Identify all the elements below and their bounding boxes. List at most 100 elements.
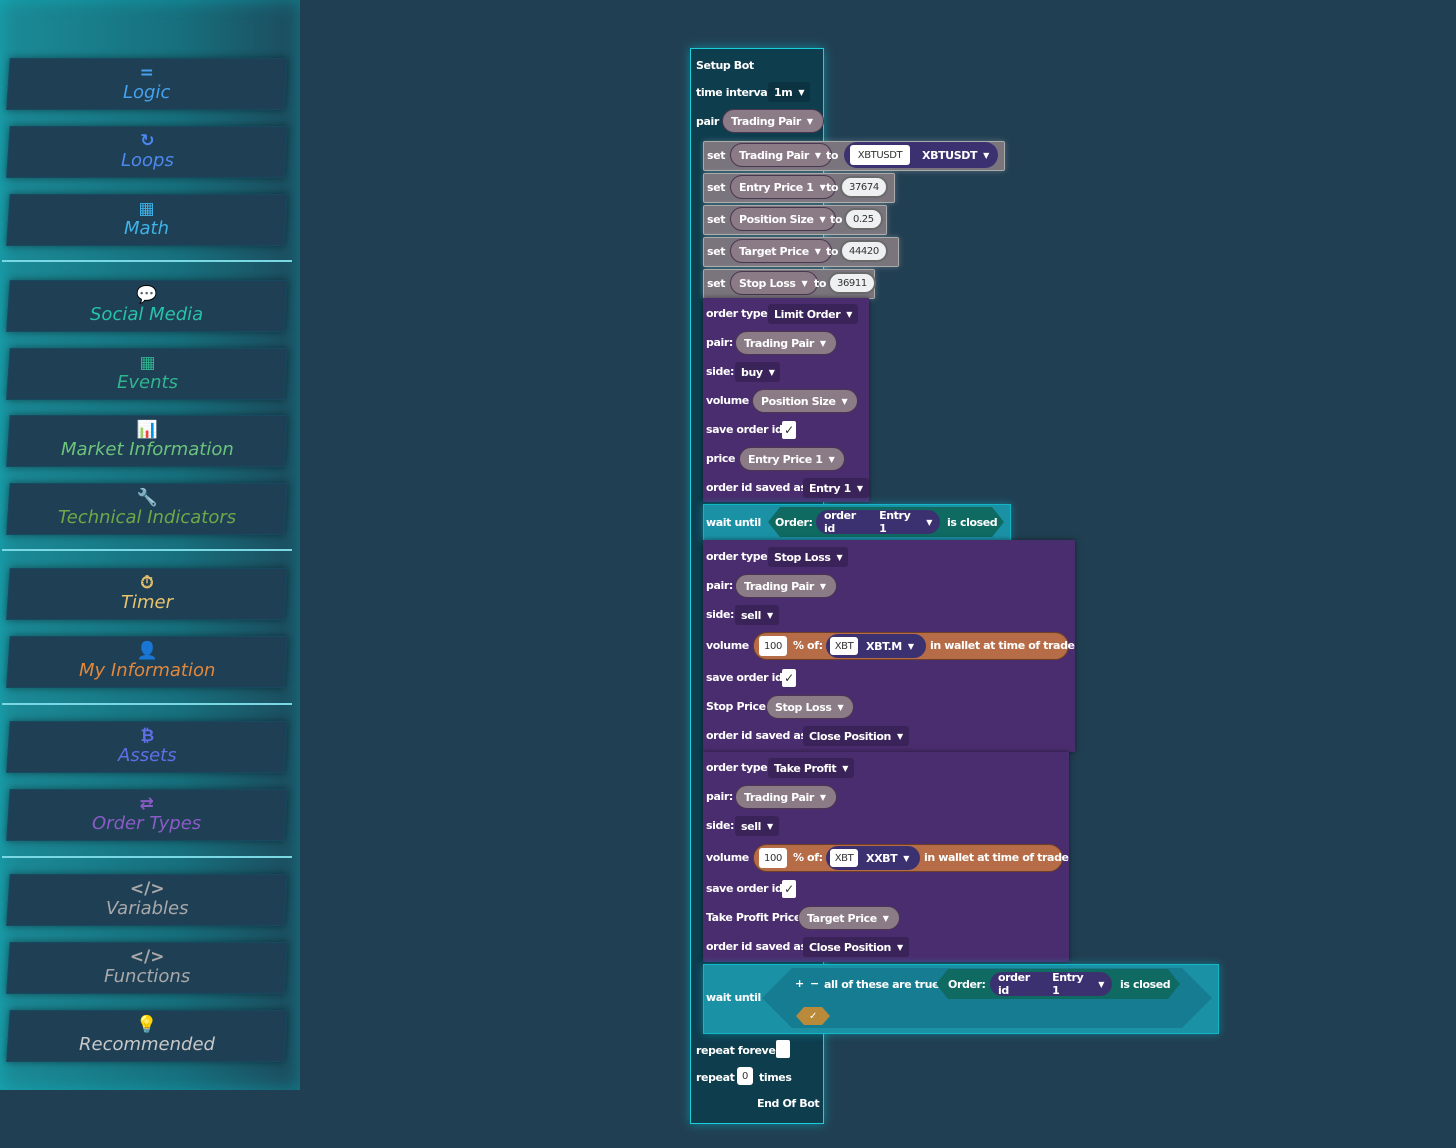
percent-input[interactable]: 100 xyxy=(759,636,787,656)
price-dropdown[interactable]: Target Price ▼ xyxy=(798,906,900,930)
saved-as-dropdown[interactable]: Close Position ▼ xyxy=(803,726,909,746)
category-sidebar: = Logic ↻ Loops ▦ Math 💬 Social Media ▦ Events 📊 Ma… xyxy=(0,0,300,1090)
saved-as-value: Entry 1 xyxy=(809,481,851,495)
category-loops[interactable]: ↻ Loops xyxy=(6,126,288,178)
asset-text-input[interactable]: XBT xyxy=(830,637,858,655)
chevron-down-icon: ▼ xyxy=(842,763,849,773)
chevron-down-icon: ▼ xyxy=(1098,979,1104,989)
swap-icon: ⇄ xyxy=(139,794,155,814)
variable-dropdown[interactable]: Stop Loss ▼ xyxy=(730,271,819,295)
order-type-label: order type: xyxy=(706,550,772,563)
pair-dropdown[interactable]: Trading Pair ▼ xyxy=(735,574,837,598)
saved-as-dropdown[interactable]: Close Position ▼ xyxy=(803,937,909,957)
category-my-information[interactable]: 👤 My Information xyxy=(6,636,288,688)
sidebar-divider xyxy=(2,703,292,705)
price-value: Stop Loss xyxy=(775,700,832,714)
price-dropdown[interactable]: Entry Price 1 ▼ xyxy=(739,447,846,471)
category-events[interactable]: ▦ Events xyxy=(6,348,288,400)
pair-value: Trading Pair xyxy=(744,336,814,350)
add-condition-button[interactable]: + xyxy=(795,977,804,991)
end-of-bot-label: End Of Bot xyxy=(757,1097,820,1110)
number-input[interactable]: 37674 xyxy=(840,176,888,198)
pair-value: Trading Pair xyxy=(744,579,814,593)
asset-dropdown-value[interactable]: XXBT xyxy=(866,852,898,865)
order-type-dropdown[interactable]: Take Profit ▼ xyxy=(768,758,855,778)
order-id-selector[interactable]: order id Entry 1 ▼ xyxy=(990,971,1112,997)
category-market-information[interactable]: 📊 Market Information xyxy=(6,415,288,467)
asset-text-input[interactable]: XBT xyxy=(830,849,858,867)
asset-selector[interactable]: XBT XXBT ▼ xyxy=(826,846,920,870)
side-value: sell xyxy=(741,608,761,622)
save-order-id-checkbox[interactable]: ✓ xyxy=(782,421,796,439)
variable-dropdown[interactable]: Target Price ▼ xyxy=(730,239,832,263)
category-content: ⏱ Timer xyxy=(121,573,173,614)
variable-dropdown[interactable]: Position Size ▼ xyxy=(730,207,837,231)
save-order-id-checkbox[interactable]: ✓ xyxy=(782,669,796,687)
asset-selector[interactable]: XBT XBT.M ▼ xyxy=(826,634,926,658)
saved-as-dropdown[interactable]: Entry 1 ▼ xyxy=(803,478,869,498)
category-content: ↻ Loops xyxy=(121,131,174,172)
set-label: set xyxy=(707,213,726,226)
variable-dropdown[interactable]: Trading Pair ▼ xyxy=(730,143,832,167)
chevron-down-icon: ▼ xyxy=(846,309,853,319)
category-technical-indicators[interactable]: 🔧 Technical Indicators xyxy=(6,483,288,535)
pair-dropdown[interactable]: Trading Pair ▼ xyxy=(722,109,824,133)
calendar-icon: ▦ xyxy=(138,353,156,373)
pair-dropdown[interactable]: Trading Pair ▼ xyxy=(735,331,837,355)
repeat-forever-checkbox[interactable] xyxy=(776,1040,790,1058)
side-dropdown[interactable]: sell ▼ xyxy=(735,605,779,625)
wallet-label: in wallet at time of trade xyxy=(930,639,1075,652)
side-value: sell xyxy=(741,819,761,833)
number-input[interactable]: 36911 xyxy=(828,272,876,294)
repeat-forever-label: repeat forever xyxy=(696,1044,781,1057)
side-label: side: xyxy=(706,608,735,621)
equals-icon: = xyxy=(139,63,155,83)
side-dropdown[interactable]: buy ▼ xyxy=(735,362,781,382)
category-label: Technical Indicators xyxy=(57,507,237,528)
category-content: ⇄ Order Types xyxy=(92,794,201,835)
all-true-label: all of these are true xyxy=(824,978,940,991)
calculator-icon: ▦ xyxy=(138,199,156,219)
number-input[interactable]: 0.25 xyxy=(844,208,883,230)
save-order-id-label: save order id: xyxy=(706,882,787,895)
chevron-down-icon: ▼ xyxy=(819,581,826,591)
order-type-dropdown[interactable]: Stop Loss ▼ xyxy=(768,547,849,567)
volume-dropdown[interactable]: Position Size ▼ xyxy=(752,389,859,413)
variable-dropdown[interactable]: Entry Price 1 ▼ xyxy=(730,175,837,199)
to-label: to xyxy=(830,213,843,226)
category-recommended[interactable]: 💡 Recommended xyxy=(6,1010,288,1062)
category-content: 👤 My Information xyxy=(78,641,216,682)
category-social-media[interactable]: 💬 Social Media xyxy=(6,280,288,332)
set-label: set xyxy=(707,245,726,258)
remove-condition-button[interactable]: − xyxy=(810,977,819,991)
side-dropdown[interactable]: sell ▼ xyxy=(735,816,779,836)
category-variables[interactable]: </> Variables xyxy=(6,874,288,926)
lightbulb-icon: 💡 xyxy=(136,1015,158,1035)
category-assets[interactable]: ₿ Assets xyxy=(6,721,288,773)
order-type-dropdown[interactable]: Limit Order ▼ xyxy=(768,304,859,324)
price-value: Entry Price 1 xyxy=(748,452,823,466)
order-type-label: order type: xyxy=(706,761,772,774)
set-label: set xyxy=(707,181,726,194)
category-timer[interactable]: ⏱ Timer xyxy=(6,568,288,620)
pair-dropdown[interactable]: XBTUSDT ▼ xyxy=(916,145,995,165)
category-math[interactable]: ▦ Math xyxy=(6,194,288,246)
category-functions[interactable]: </> Functions xyxy=(6,942,288,994)
repeat-count-input[interactable]: 0 xyxy=(737,1067,753,1085)
volume-label: volume xyxy=(706,851,749,864)
pair-dropdown[interactable]: Trading Pair ▼ xyxy=(735,785,837,809)
percent-input[interactable]: 100 xyxy=(759,848,787,868)
category-logic[interactable]: = Logic xyxy=(6,58,288,110)
category-order-types[interactable]: ⇄ Order Types xyxy=(6,789,288,841)
wait-until-label: wait until xyxy=(706,516,761,529)
asset-dropdown-value[interactable]: XBT.M xyxy=(866,640,902,653)
number-input[interactable]: 44420 xyxy=(840,240,888,262)
order-id-selector[interactable]: order id Entry 1 ▼ xyxy=(816,509,940,535)
price-dropdown[interactable]: Stop Loss ▼ xyxy=(766,695,855,719)
time-interval-dropdown[interactable]: 1m ▼ xyxy=(768,82,811,102)
variable-name: Stop Loss xyxy=(739,276,796,290)
save-order-id-checkbox[interactable]: ✓ xyxy=(782,880,796,898)
percent-of-label: % of: xyxy=(793,851,823,864)
category-label: My Information xyxy=(78,660,216,681)
pair-text-input[interactable]: XBTUSDT xyxy=(850,145,910,165)
